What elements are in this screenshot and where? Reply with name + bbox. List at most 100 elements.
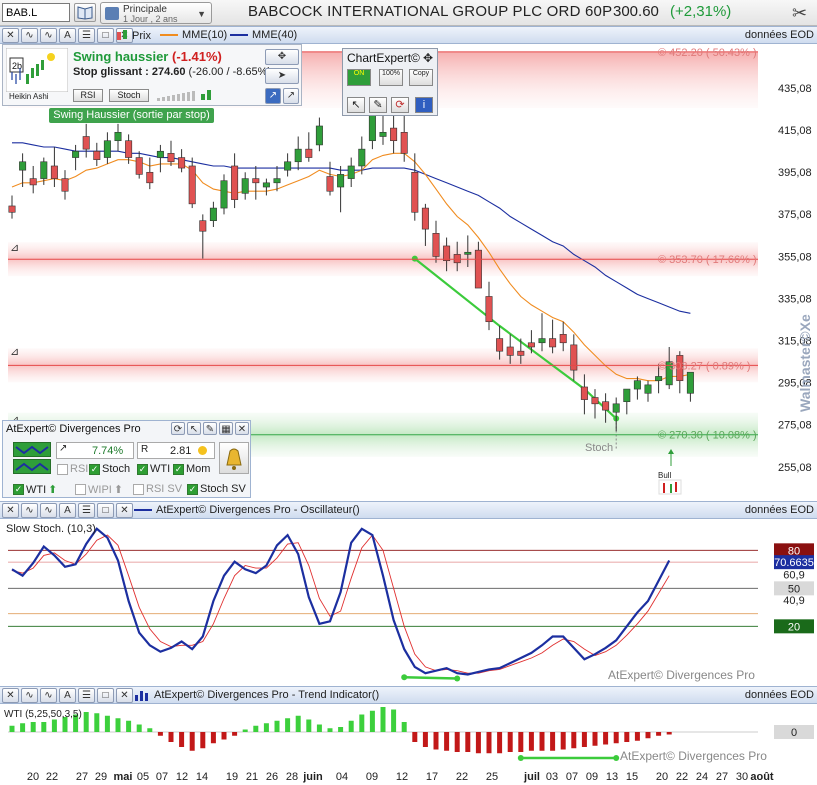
- divergence-bear-icon[interactable]: [13, 459, 51, 474]
- wti-bar: [550, 732, 556, 751]
- pointer-icon[interactable]: ↖: [187, 422, 201, 435]
- wti-bar: [157, 732, 163, 736]
- chartexpert-zoom-button[interactable]: 100%: [379, 69, 403, 86]
- indicator-icon[interactable]: ∿: [40, 503, 57, 518]
- trend-icon[interactable]: ↗: [283, 88, 299, 104]
- date-label: 25: [486, 771, 498, 783]
- window-icon[interactable]: □: [97, 28, 114, 43]
- close-icon[interactable]: ✕: [116, 503, 133, 518]
- window-icon[interactable]: □: [97, 688, 114, 703]
- price-axis: 435,08415,08395,08375,08355,08335,08315,…: [778, 83, 812, 474]
- list-icon[interactable]: ☰: [78, 28, 95, 43]
- candle: [50, 147, 58, 188]
- abc-icon[interactable]: A: [59, 28, 76, 43]
- indicator-icon[interactable]: ∿: [40, 28, 57, 43]
- wti-bar: [560, 732, 566, 750]
- period-select[interactable]: Principale 1 Jour , 2 ans ▼: [100, 2, 212, 24]
- signal-strength-icon: [157, 90, 211, 101]
- stoch-axis-label: 70.6635: [774, 557, 814, 569]
- date-label: 14: [196, 771, 208, 783]
- wti-axis-label: 0: [791, 727, 797, 739]
- arrow-right-icon[interactable]: ➤: [265, 68, 299, 84]
- wti-bar: [412, 732, 418, 742]
- rsi-sv-checkbox[interactable]: RSI SV: [133, 483, 182, 495]
- chartexpert-on-button[interactable]: ON: [347, 69, 371, 86]
- list-icon[interactable]: ☰: [78, 688, 95, 703]
- chartexpert-box: ChartExpert© ✥ ON 100% Copy ↖ ✎ ⟳ i: [342, 48, 438, 116]
- chart-icon[interactable]: ↗: [265, 88, 281, 104]
- stoch-button[interactable]: Stoch: [109, 89, 149, 102]
- candle: [167, 140, 175, 166]
- pencil-icon[interactable]: ✎: [203, 422, 217, 435]
- price-tick-label: 375,08: [778, 209, 812, 221]
- wti-bar: [507, 732, 513, 752]
- wti-label: WTI (5,25,50,3,5): [4, 709, 82, 720]
- ratio-icon: R: [141, 444, 149, 455]
- indicator-icon[interactable]: ∿: [21, 28, 38, 43]
- indicator-icon[interactable]: ∿: [40, 688, 57, 703]
- list-icon[interactable]: ☰: [78, 503, 95, 518]
- wti-divergence-point: [613, 755, 620, 761]
- wti-bar: [539, 732, 545, 751]
- tools-icon[interactable]: ✕: [2, 688, 19, 703]
- window-icon[interactable]: □: [97, 503, 114, 518]
- stoch-checkbox[interactable]: ✓ Stoch: [89, 463, 130, 475]
- wti-chart[interactable]: 0 WTI (5,25,50,3,5) AtExpert© Divergence…: [0, 705, 817, 767]
- candle: [337, 165, 345, 213]
- info-icon[interactable]: i: [415, 97, 433, 113]
- wti-bar: [645, 732, 651, 739]
- candle: [421, 203, 429, 246]
- wti-bar: [518, 732, 524, 752]
- chevron-down-icon: ▼: [197, 9, 206, 19]
- divergence-bull-icon[interactable]: [13, 442, 51, 457]
- pencil-icon[interactable]: ✎: [369, 97, 387, 113]
- pointer-icon[interactable]: ↖: [347, 97, 365, 113]
- bell-icon[interactable]: [219, 442, 249, 474]
- tools-icon[interactable]: ✂: [792, 3, 807, 24]
- wti-bar: [359, 714, 365, 732]
- wti-sv-checkbox-label: WTI: [26, 483, 47, 496]
- wti-checkbox[interactable]: ✓ WTI: [137, 463, 170, 475]
- refresh-icon[interactable]: ⟳: [171, 422, 185, 435]
- wti-sv-checkbox[interactable]: ✓ WTI ⬆: [13, 483, 57, 496]
- abc-icon[interactable]: A: [59, 503, 76, 518]
- stoch-divergence-point: [401, 674, 408, 681]
- date-label: 22: [676, 771, 688, 783]
- date-label: juil: [523, 771, 540, 783]
- mom-checkbox[interactable]: ✓ Mom: [173, 463, 210, 475]
- stoch-lines: [11, 527, 671, 682]
- abc-icon[interactable]: A: [59, 688, 76, 703]
- wti-bar: [444, 732, 450, 751]
- chartexpert-copy-button[interactable]: Copy: [409, 69, 433, 86]
- date-label: 15: [626, 771, 638, 783]
- stats-icon[interactable]: ▦: [219, 422, 233, 435]
- symbol-input[interactable]: [2, 3, 70, 22]
- wti-bar: [253, 725, 259, 732]
- move-icon[interactable]: ✥: [265, 49, 299, 65]
- move-icon[interactable]: ✥: [423, 51, 433, 65]
- indicator-icon[interactable]: ∿: [21, 503, 38, 518]
- book-icon[interactable]: [74, 3, 96, 22]
- tools-icon[interactable]: ✕: [2, 503, 19, 518]
- rsi-checkbox[interactable]: RSI: [57, 463, 88, 475]
- wipi-checkbox[interactable]: WIPI ⬆: [75, 483, 123, 496]
- chartexpert-title: ChartExpert©: [347, 51, 420, 65]
- atexpert-box: AtExpert© Divergences Pro ⟳ ↖ ✎ ▦ ✕ ↗ 7.…: [2, 420, 251, 498]
- stoch-chart[interactable]: 8070.663560,95040,920 Slow Stoch. (10,3)…: [0, 519, 817, 686]
- date-label: 12: [396, 771, 408, 783]
- divergence-pct-value: 7.74%: [92, 445, 124, 457]
- date-label: 13: [606, 771, 618, 783]
- close-icon[interactable]: ✕: [235, 422, 249, 435]
- candle: [623, 388, 631, 415]
- wti-bar: [369, 710, 375, 732]
- wti-bar: [497, 732, 503, 754]
- wti-bar: [126, 720, 132, 732]
- tools-icon[interactable]: ✕: [2, 28, 19, 43]
- price-change: (+2,31%): [670, 3, 732, 20]
- rsi-button[interactable]: RSI: [73, 89, 103, 102]
- close-icon[interactable]: ✕: [116, 688, 133, 703]
- level-label: © 303.27 ( 0.89% ): [658, 360, 751, 372]
- stoch-sv-checkbox[interactable]: ✓ Stoch SV: [187, 483, 246, 495]
- refresh-icon[interactable]: ⟳: [391, 97, 409, 113]
- indicator-icon[interactable]: ∿: [21, 688, 38, 703]
